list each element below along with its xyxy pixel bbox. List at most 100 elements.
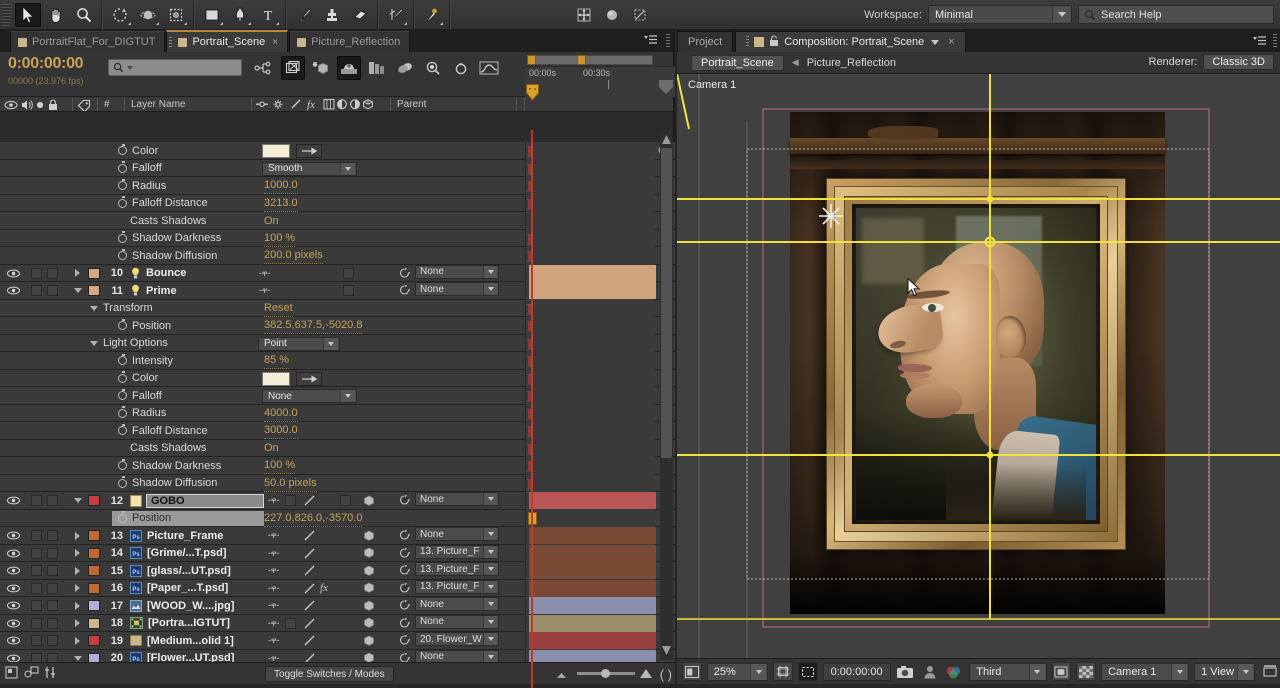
stopwatch-icon[interactable] bbox=[118, 458, 127, 470]
quality-switch[interactable] bbox=[304, 597, 315, 614]
visibility-toggle[interactable] bbox=[6, 282, 20, 299]
property-value[interactable]: 4000.0 bbox=[264, 405, 298, 422]
solo-toggle[interactable] bbox=[31, 282, 44, 299]
visibility-toggle[interactable] bbox=[6, 615, 20, 632]
orbit-camera-tool[interactable] bbox=[135, 3, 161, 27]
tab-portrait-scene[interactable]: Portrait_Scene × bbox=[166, 30, 289, 52]
stopwatch-icon[interactable] bbox=[118, 371, 127, 383]
sphere-icon[interactable] bbox=[599, 3, 625, 27]
chevron-down-icon[interactable] bbox=[483, 563, 497, 575]
quality-switch[interactable] bbox=[304, 492, 315, 509]
property-value[interactable]: 227.0,826.0,-3570.0 bbox=[264, 510, 363, 527]
parent-column-header[interactable]: Parent bbox=[397, 98, 426, 111]
visibility-toggle[interactable] bbox=[6, 580, 20, 597]
parent-pickwhip[interactable] bbox=[399, 545, 410, 562]
clone-stamp-tool[interactable] bbox=[319, 3, 345, 27]
chevron-down-icon[interactable] bbox=[483, 283, 497, 295]
falloff-dropdown[interactable]: Smooth bbox=[262, 161, 357, 176]
visibility-toggle[interactable] bbox=[6, 632, 20, 649]
property-value[interactable]: 100 % bbox=[264, 457, 296, 474]
parent-pickwhip[interactable] bbox=[399, 527, 410, 544]
three-d-switch[interactable] bbox=[363, 632, 375, 649]
selection-tool[interactable] bbox=[15, 2, 41, 27]
shy-switch[interactable]: -ዋ- bbox=[259, 282, 271, 299]
work-area-start-handle[interactable] bbox=[527, 55, 536, 65]
breadcrumb-parent[interactable]: Picture_Reflection bbox=[807, 57, 896, 69]
label-color[interactable] bbox=[88, 492, 100, 509]
stopwatch-icon[interactable] bbox=[118, 196, 127, 208]
new-3d-layer-icon[interactable] bbox=[309, 56, 333, 80]
panel-grip[interactable] bbox=[666, 34, 670, 48]
property-value[interactable]: 50.0 pixels bbox=[264, 475, 317, 492]
eyedropper-icon[interactable] bbox=[296, 144, 322, 158]
work-area-end-handle[interactable] bbox=[577, 55, 586, 65]
tab-portraitflat[interactable]: PortraitFlat_For_DIGTUT bbox=[10, 31, 166, 52]
lock-toggle[interactable] bbox=[47, 492, 60, 509]
twirl-toggle[interactable] bbox=[75, 562, 80, 579]
layer-name[interactable]: [WOOD_W....jpg] bbox=[130, 597, 234, 614]
stopwatch-icon[interactable] bbox=[118, 388, 127, 400]
falloff-dropdown[interactable]: None bbox=[262, 389, 357, 403]
roto-brush-tool[interactable] bbox=[383, 3, 409, 27]
graph-toggle-icon[interactable] bbox=[44, 666, 56, 682]
layer-name[interactable]: Ps Picture_Frame bbox=[130, 527, 223, 544]
chevron-down-icon[interactable] bbox=[483, 598, 497, 610]
twirl-toggle[interactable] bbox=[90, 340, 98, 346]
reset-link[interactable]: Reset bbox=[264, 300, 293, 317]
parent-select[interactable]: None bbox=[415, 614, 499, 629]
three-d-switch[interactable] bbox=[363, 597, 375, 614]
stopwatch-icon[interactable] bbox=[118, 161, 127, 173]
camera-view-select[interactable]: Camera 1 bbox=[1101, 662, 1190, 681]
lock-toggle[interactable] bbox=[47, 527, 60, 544]
property-value[interactable]: On bbox=[264, 440, 279, 457]
stopwatch-icon[interactable] bbox=[118, 231, 127, 243]
tab-drag-handle[interactable] bbox=[169, 37, 173, 49]
twirl-toggle[interactable] bbox=[75, 597, 80, 614]
renderer-button[interactable]: Classic 3D bbox=[1203, 54, 1274, 70]
collapse-switch[interactable] bbox=[285, 492, 296, 509]
channels-icon[interactable] bbox=[945, 662, 965, 681]
parent-pickwhip[interactable] bbox=[399, 492, 410, 509]
timeline-scrollbar[interactable] bbox=[660, 130, 673, 660]
chevron-down-icon[interactable] bbox=[483, 615, 497, 628]
shy-switch[interactable]: -ዋ- bbox=[268, 527, 280, 544]
visibility-toggle[interactable] bbox=[6, 545, 20, 562]
parent-select[interactable]: None bbox=[415, 597, 499, 611]
three-d-switch[interactable] bbox=[343, 265, 354, 282]
scroll-down-icon[interactable] bbox=[662, 646, 671, 655]
three-d-switch[interactable] bbox=[363, 545, 375, 562]
solo-toggle[interactable] bbox=[31, 265, 44, 282]
layer-duration-bar[interactable] bbox=[529, 632, 656, 649]
shy-switch[interactable]: -ዋ- bbox=[268, 580, 280, 597]
frame-blend-switch[interactable] bbox=[340, 492, 351, 509]
visibility-toggle[interactable] bbox=[6, 492, 20, 509]
visibility-toggle[interactable] bbox=[6, 265, 20, 282]
solo-toggle[interactable] bbox=[31, 615, 44, 632]
property-value[interactable]: 1000.0 bbox=[264, 177, 298, 194]
twirl-toggle[interactable] bbox=[75, 615, 80, 632]
snapping-icon[interactable] bbox=[627, 3, 653, 27]
current-time-indicator-handle[interactable] bbox=[526, 84, 539, 101]
comp-flowchart-icon[interactable] bbox=[5, 665, 19, 682]
shy-switch[interactable]: -ዋ- bbox=[268, 492, 280, 509]
motion-blur-icon[interactable] bbox=[393, 56, 417, 80]
visibility-toggle[interactable] bbox=[6, 597, 20, 614]
choose-grid-guides-icon[interactable] bbox=[773, 662, 793, 681]
stopwatch-icon[interactable] bbox=[118, 318, 127, 330]
label-color[interactable] bbox=[88, 615, 100, 632]
three-d-switch[interactable] bbox=[363, 580, 375, 597]
solo-toggle[interactable] bbox=[31, 492, 44, 509]
lock-toggle[interactable] bbox=[47, 597, 60, 614]
search-help-input[interactable]: Search Help bbox=[1078, 5, 1274, 24]
show-snapshot-icon[interactable] bbox=[920, 662, 940, 681]
lock-toggle[interactable] bbox=[47, 580, 60, 597]
layer-duration-bar[interactable] bbox=[529, 614, 656, 632]
solo-toggle[interactable] bbox=[31, 527, 44, 544]
zoom-select[interactable]: 25% bbox=[706, 662, 769, 681]
snapshot-icon[interactable] bbox=[896, 662, 916, 681]
parent-select[interactable]: None bbox=[415, 264, 499, 279]
parent-pickwhip[interactable] bbox=[399, 265, 410, 282]
move-axis-icon[interactable] bbox=[571, 3, 597, 27]
layer-name-column-header[interactable]: Layer Name bbox=[131, 98, 185, 111]
three-d-switch[interactable] bbox=[363, 615, 375, 632]
